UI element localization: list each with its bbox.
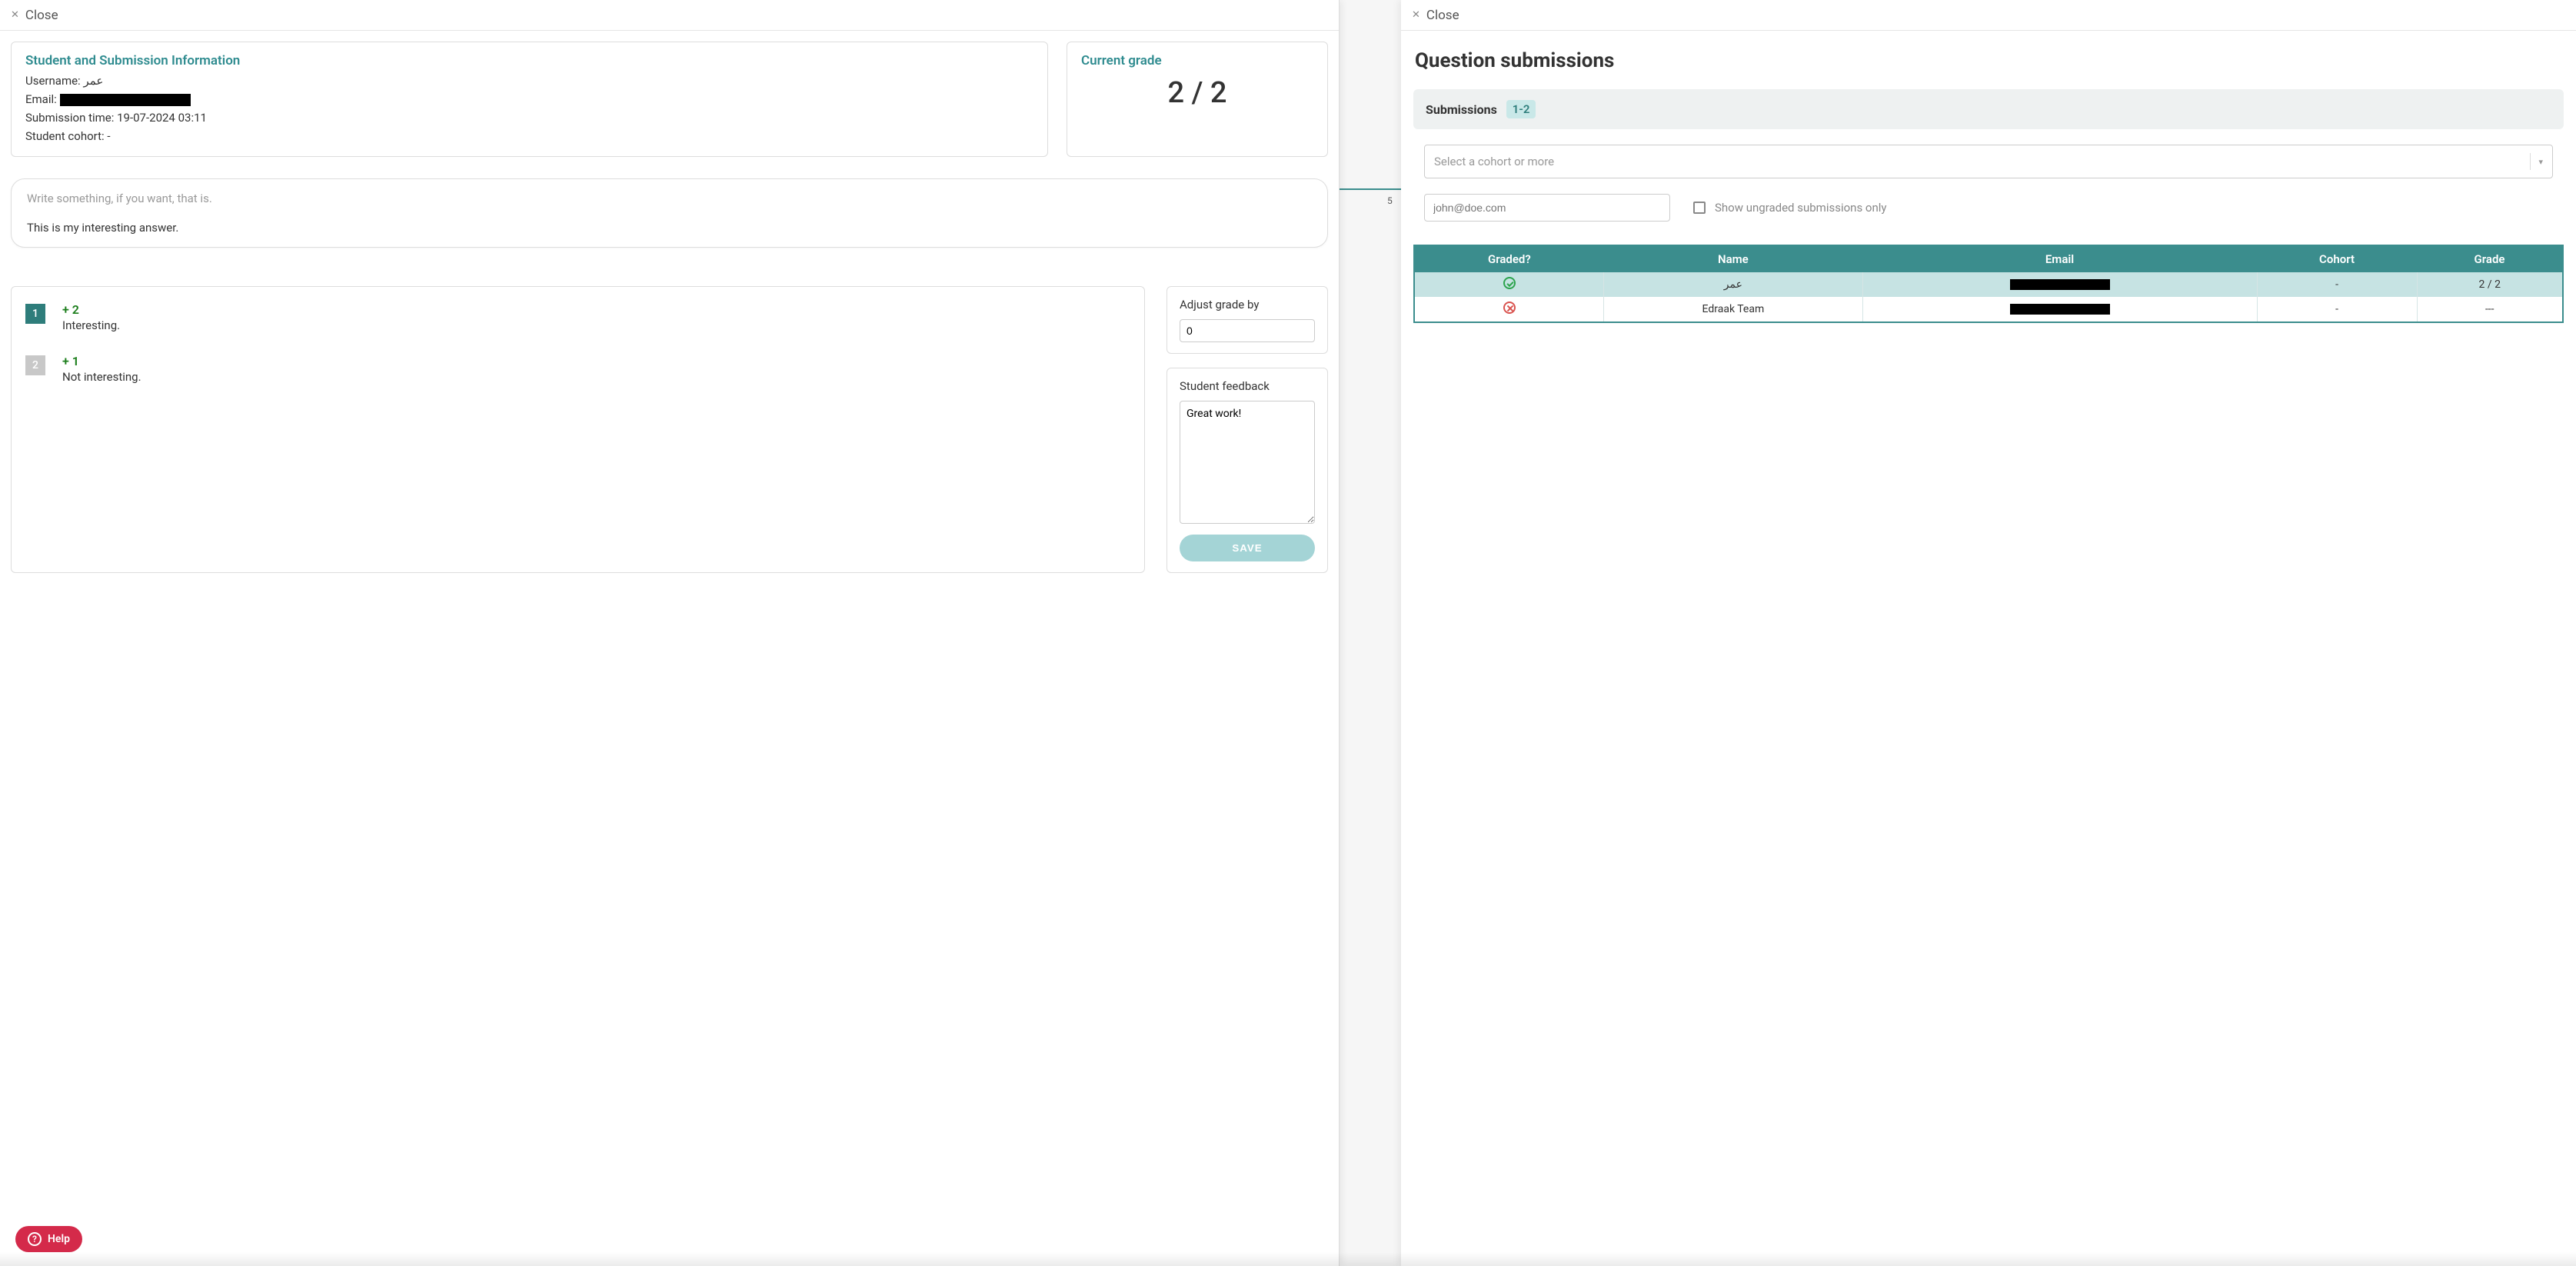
email-label: Email: bbox=[25, 92, 57, 106]
current-grade-heading: Current grade bbox=[1081, 53, 1313, 68]
rubric-points-2: + 1 bbox=[62, 354, 141, 368]
answer-box: Write something, if you want, that is. T… bbox=[11, 178, 1328, 248]
help-icon: ? bbox=[28, 1232, 42, 1246]
rubric-option-2[interactable]: 2 + 1 Not interesting. bbox=[25, 354, 1130, 384]
email-filter-input[interactable] bbox=[1424, 194, 1670, 222]
student-info-card: Student and Submission Information Usern… bbox=[11, 42, 1048, 157]
cell-email-redacted bbox=[2010, 304, 2110, 315]
cell-email-redacted bbox=[2010, 279, 2110, 290]
table-row[interactable]: عمر - 2 / 2 bbox=[1414, 272, 2563, 297]
submissions-bar: Submissions 1-2 bbox=[1413, 89, 2564, 129]
feedback-textarea[interactable] bbox=[1180, 401, 1315, 524]
rubric-option-1[interactable]: 1 + 2 Interesting. bbox=[25, 302, 1130, 332]
submissions-label: Submissions bbox=[1426, 102, 1497, 117]
current-grade-value: 2 / 2 bbox=[1081, 72, 1313, 115]
cell-grade: --- bbox=[2417, 297, 2563, 322]
close-left-button[interactable]: ✕ Close bbox=[11, 8, 58, 23]
col-email: Email bbox=[1862, 245, 2257, 272]
col-graded: Graded? bbox=[1414, 245, 1604, 272]
current-grade-card: Current grade 2 / 2 bbox=[1067, 42, 1328, 157]
answer-text: This is my interesting answer. bbox=[27, 221, 1312, 235]
rubric-label-2: Not interesting. bbox=[62, 370, 141, 384]
mid-num: 5 bbox=[1387, 195, 1393, 206]
submission-detail-panel: ✕ Close Student and Submission Informati… bbox=[0, 0, 1340, 1266]
adjust-grade-card: Adjust grade by bbox=[1167, 286, 1328, 354]
feedback-label: Student feedback bbox=[1180, 379, 1315, 393]
cohort-line: Student cohort: - bbox=[25, 127, 1033, 145]
close-right-button[interactable]: ✕ Close bbox=[1412, 8, 1459, 23]
table-row[interactable]: Edraak Team - --- bbox=[1414, 297, 2563, 322]
adjust-grade-input[interactable] bbox=[1180, 319, 1315, 342]
cell-name: عمر bbox=[1604, 272, 1862, 297]
ungraded-label: Show ungraded submissions only bbox=[1715, 201, 1886, 215]
cell-cohort: - bbox=[2257, 272, 2417, 297]
username-line: Username: عمر bbox=[25, 72, 1033, 90]
username-label: Username: bbox=[25, 74, 81, 88]
submissions-table: Graded? Name Email Cohort Grade عمر - 2 … bbox=[1413, 245, 2564, 323]
close-icon: ✕ bbox=[11, 9, 19, 21]
background-strip: ...ing Settii ding for led answ 5 ak ks bbox=[1340, 0, 1401, 1266]
ungraded-checkbox[interactable]: Show ungraded submissions only bbox=[1693, 201, 1886, 215]
close-right-label: Close bbox=[1426, 8, 1459, 23]
cohort-label: Student cohort: bbox=[25, 129, 105, 143]
close-left-label: Close bbox=[25, 8, 58, 23]
username-value: عمر bbox=[83, 74, 103, 88]
save-button[interactable]: SAVE bbox=[1180, 535, 1315, 561]
submission-time-value: 19-07-2024 03:11 bbox=[117, 111, 207, 125]
student-info-heading: Student and Submission Information bbox=[25, 53, 1033, 68]
cohort-value: - bbox=[107, 129, 110, 143]
ungraded-x-icon bbox=[1503, 302, 1516, 314]
cell-cohort: - bbox=[2257, 297, 2417, 322]
cohort-placeholder: Select a cohort or more bbox=[1434, 155, 1554, 168]
graded-check-icon bbox=[1503, 277, 1516, 289]
rubric-num-2: 2 bbox=[25, 355, 45, 375]
submission-time-label: Submission time: bbox=[25, 111, 114, 125]
answer-placeholder: Write something, if you want, that is. bbox=[27, 192, 1312, 205]
email-line: Email: bbox=[25, 90, 1033, 108]
cell-grade: 2 / 2 bbox=[2417, 272, 2563, 297]
page-title: Question submissions bbox=[1415, 49, 2564, 72]
email-redacted bbox=[60, 94, 191, 106]
close-icon: ✕ bbox=[1412, 9, 1420, 21]
rubric-label-1: Interesting. bbox=[62, 318, 120, 332]
rubric-card: 1 + 2 Interesting. 2 + 1 Not interesting… bbox=[11, 286, 1145, 573]
col-cohort: Cohort bbox=[2257, 245, 2417, 272]
adjust-grade-label: Adjust grade by bbox=[1180, 298, 1315, 312]
help-button[interactable]: ? Help bbox=[15, 1226, 82, 1252]
submissions-count: 1-2 bbox=[1506, 100, 1536, 118]
col-grade: Grade bbox=[2417, 245, 2563, 272]
cell-name: Edraak Team bbox=[1604, 297, 1862, 322]
submissions-panel: ✕ Close Question submissions Submissions… bbox=[1401, 0, 2576, 1266]
rubric-num-1: 1 bbox=[25, 304, 45, 324]
chevron-down-icon: ▾ bbox=[2538, 157, 2543, 167]
rubric-points-1: + 2 bbox=[62, 302, 120, 317]
col-name: Name bbox=[1604, 245, 1862, 272]
checkbox-icon bbox=[1693, 202, 1706, 214]
submission-time-line: Submission time: 19-07-2024 03:11 bbox=[25, 108, 1033, 127]
cohort-select[interactable]: Select a cohort or more ▾ bbox=[1424, 145, 2553, 178]
help-label: Help bbox=[48, 1233, 70, 1245]
feedback-card: Student feedback SAVE bbox=[1167, 368, 1328, 573]
